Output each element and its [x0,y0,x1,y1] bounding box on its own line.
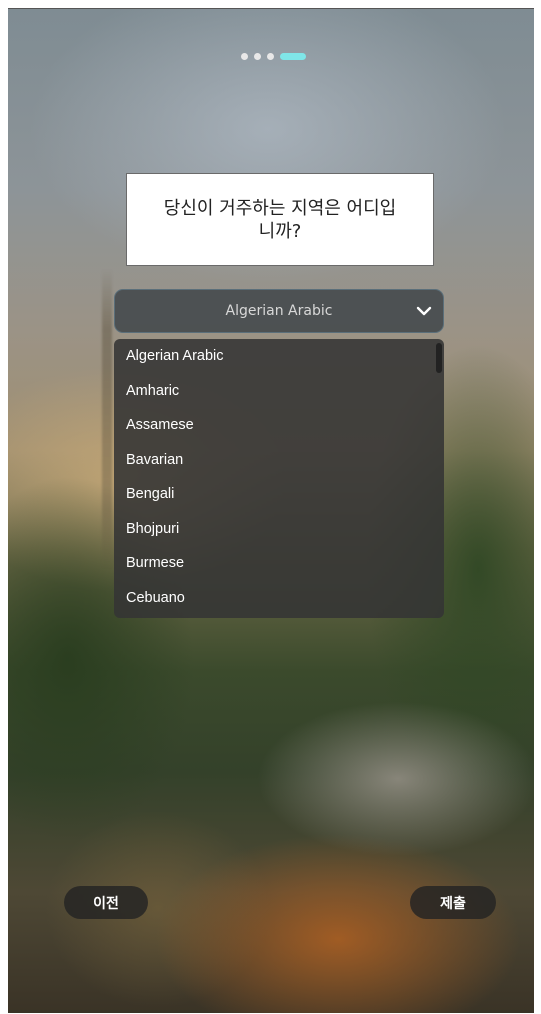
step-dot-2 [254,52,261,60]
list-item[interactable]: Burmese [114,546,444,581]
region-select[interactable]: Algerian Arabic [114,289,444,333]
list-item[interactable]: Amharic [114,374,444,409]
list-item[interactable]: Bhojpuri [114,512,444,547]
list-item[interactable]: Cebuano [114,581,444,616]
list-item[interactable]: Bengali [114,477,444,512]
region-options-list[interactable]: Algerian Arabic Amharic Assamese Bavaria… [114,339,444,618]
list-item[interactable]: Bavarian [114,443,444,478]
submit-button[interactable]: 제출 [410,886,496,919]
question-text: 당신이 거주하는 지역은 어디입니까? [163,197,397,242]
step-indicator [241,52,306,60]
step-dot-4-active [280,52,306,60]
step-dot-3 [267,52,274,60]
previous-button[interactable]: 이전 [64,886,148,919]
chevron-down-icon [416,306,432,316]
list-scrollbar[interactable] [436,343,442,373]
question-card: 당신이 거주하는 지역은 어디입니까? [126,173,434,266]
background-tower [102,269,112,569]
region-select-value: Algerian Arabic [225,303,333,319]
step-dot-1 [241,52,248,60]
survey-screen: 당신이 거주하는 지역은 어디입니까? Algerian Arabic Alge… [8,8,534,1013]
list-item[interactable]: Algerian Arabic [114,339,444,374]
list-item[interactable]: Assamese [114,408,444,443]
